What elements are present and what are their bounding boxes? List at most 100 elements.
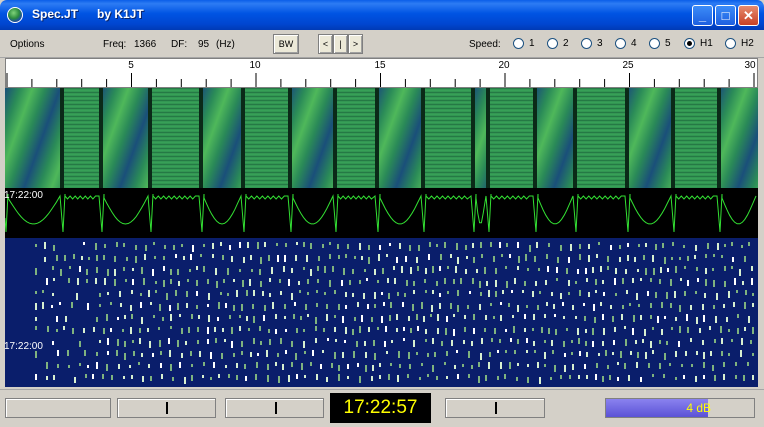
options-menu[interactable]: Options: [10, 39, 44, 50]
waterfall-dot: [326, 304, 328, 309]
waterfall-dot: [203, 244, 205, 247]
waterfall-dot: [169, 350, 171, 357]
waterfall-dot: [288, 279, 290, 286]
waterfall-dot: [622, 278, 624, 284]
waterfall-dot: [239, 315, 241, 318]
waterfall-dot: [364, 341, 366, 346]
waterfall-dot: [175, 254, 177, 258]
waterfall-dot: [526, 350, 528, 353]
waterfall-dot: [465, 269, 467, 274]
spectrogram-column: [62, 88, 101, 188]
speed-radio-5[interactable]: [649, 38, 660, 49]
waterfall-dot: [675, 351, 677, 357]
waterfall-dot: [208, 293, 210, 300]
waterfall-dot: [141, 317, 143, 324]
maximize-button[interactable]: □: [715, 5, 736, 26]
waterfall-dot: [316, 290, 318, 293]
spectrogram-divider: [333, 88, 337, 188]
globe-icon: [7, 7, 23, 23]
waterfall-dot: [352, 329, 354, 335]
waterfall-dot: [291, 293, 293, 300]
waterfall-dot: [595, 279, 597, 285]
waterfall-dot: [357, 302, 359, 307]
waterfall-dot: [603, 292, 605, 296]
waterfall-dot: [397, 292, 399, 296]
nav-right-button[interactable]: >: [348, 34, 363, 54]
waterfall-dot: [260, 257, 262, 264]
speed-radio-3[interactable]: [581, 38, 592, 49]
nav-center-button[interactable]: |: [333, 34, 348, 54]
waterfall-dot: [696, 351, 698, 355]
waterfall-dot: [517, 305, 519, 312]
waterfall-dot: [478, 362, 480, 367]
waterfall-dot: [310, 243, 312, 249]
speed-radio-4[interactable]: [615, 38, 626, 49]
waterfall-dot: [68, 278, 70, 283]
waterfall-dot: [268, 255, 270, 261]
waterfall-dot: [734, 278, 736, 285]
close-button[interactable]: ✕: [738, 5, 759, 26]
bw-button[interactable]: BW: [273, 34, 299, 54]
waterfall-dot: [331, 363, 333, 368]
brightness-slider[interactable]: [117, 398, 216, 418]
waterfall-dot: [200, 254, 202, 257]
frequency-scale[interactable]: 5 10 15 20 25 30: [5, 58, 758, 88]
waterfall-dot: [301, 363, 303, 370]
waterfall-dot: [752, 353, 754, 356]
waterfall-dot: [585, 329, 587, 333]
waterfall-dot: [446, 376, 448, 379]
speed-radio-h2[interactable]: [725, 38, 736, 49]
waterfall-dot: [130, 327, 132, 334]
waterfall-dot: [102, 374, 104, 379]
waterfall-dot: [522, 290, 524, 293]
waterfall-dot: [499, 242, 501, 248]
waterfall-dot: [179, 314, 181, 317]
waterfall-dot: [46, 278, 48, 285]
waterfall-dot: [241, 304, 243, 311]
waterfall-dot: [159, 304, 161, 311]
waterfall-dot: [225, 303, 227, 308]
waterfall-display[interactable]: [5, 238, 758, 387]
waterfall-dot: [409, 364, 411, 369]
waterfall-dot: [705, 254, 707, 258]
waterfall-dot: [421, 363, 423, 366]
waterfall-dot: [60, 269, 62, 276]
waterfall-dot: [374, 304, 376, 308]
minimize-button[interactable]: _: [692, 5, 713, 26]
waterfall-dot: [724, 266, 726, 271]
waterfall-dot: [564, 365, 566, 372]
speed-radio-1-label: 1: [529, 38, 535, 49]
waterfall-dot: [625, 339, 627, 346]
zero-slider-thumb[interactable]: [495, 402, 497, 414]
waterfall-dot: [349, 280, 351, 285]
zero-slider[interactable]: [445, 398, 545, 418]
waterfall-dot: [699, 328, 701, 333]
waterfall-dot: [357, 363, 359, 367]
waterfall-dot: [675, 377, 677, 380]
waterfall-dot: [471, 365, 473, 369]
speed-radio-h1[interactable]: [684, 38, 695, 49]
waterfall-dot: [720, 326, 722, 333]
contrast-slider-thumb[interactable]: [275, 402, 277, 414]
waterfall-dot: [52, 266, 54, 270]
brightness-slider-thumb[interactable]: [166, 402, 168, 414]
waterfall-dot: [484, 267, 486, 274]
nav-left-button[interactable]: <: [318, 34, 333, 54]
spectrogram-upper[interactable]: [5, 88, 758, 188]
waterfall-dot: [368, 245, 370, 250]
contrast-slider[interactable]: [225, 398, 324, 418]
spectrogram-column: [101, 88, 150, 188]
waterfall-dot: [473, 328, 475, 334]
waterfall-dot: [215, 268, 217, 275]
waterfall-dot: [35, 303, 37, 310]
speed-radio-2[interactable]: [547, 38, 558, 49]
waterfall-dot: [564, 353, 566, 357]
waterfall-dot: [643, 255, 645, 260]
waterfall-dot: [427, 353, 429, 357]
waterfall-dot: [123, 267, 125, 271]
waterfall-dot: [298, 281, 300, 285]
status-bar: 17:22:57 4 dB: [0, 389, 764, 427]
speed-radio-1[interactable]: [513, 38, 524, 49]
waterfall-dot: [396, 328, 398, 332]
waterfall-dot: [637, 269, 639, 272]
